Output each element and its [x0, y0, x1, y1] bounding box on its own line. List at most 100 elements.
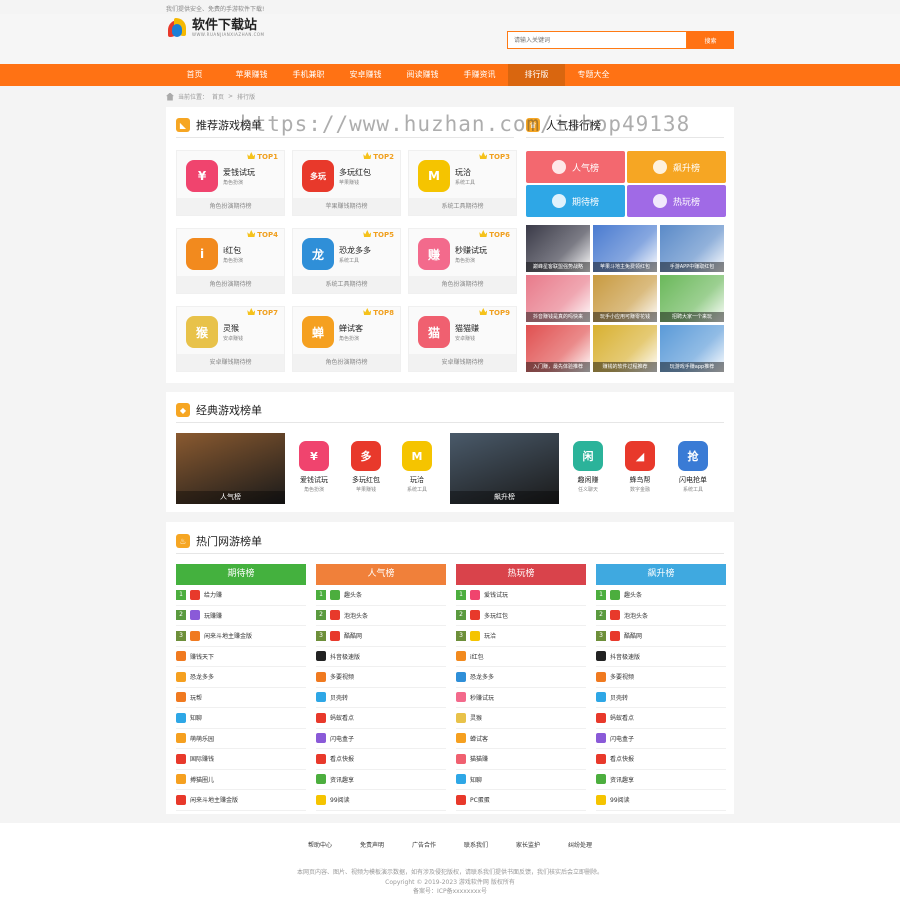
site-logo[interactable]: 软件下载站 WWW.RUANJIANXIAZHAN.COM [168, 18, 265, 38]
breadcrumb-home[interactable]: 首页 [212, 92, 224, 101]
thumbnail[interactable]: 玩手小应用可赚零花钱 [593, 275, 657, 322]
ranking-row[interactable]: 知聊 [176, 708, 306, 729]
footer-link[interactable]: 联系我们 [450, 840, 502, 849]
ranking-row[interactable]: 猫猫赚 [456, 749, 586, 770]
nav-item[interactable]: 手赚资讯 [451, 64, 508, 86]
ranking-row[interactable]: 赚钱天下 [176, 647, 306, 667]
card-footer-link[interactable]: 角色扮演期待榜 [293, 354, 400, 371]
ranking-row[interactable]: 99阅读 [596, 790, 726, 811]
game-card[interactable]: TOP2 多玩 多玩红包 苹果赚钱 苹果赚钱期待榜 [292, 150, 401, 216]
ranking-row[interactable]: 知聊 [456, 770, 586, 790]
search-button[interactable]: 搜索 [687, 31, 734, 49]
nav-item[interactable]: 阅读赚钱 [394, 64, 451, 86]
ranking-row[interactable]: 资讯趣享 [596, 770, 726, 790]
column-header[interactable]: 人气榜 [316, 564, 446, 585]
nav-item[interactable]: 首页 [166, 64, 223, 86]
game-card[interactable]: TOP7 猴灵猴 安卓赚钱 安卓赚钱期待榜 [176, 306, 285, 372]
ranking-row[interactable]: 抖音极速版 [596, 647, 726, 667]
game-card[interactable]: TOP3 M 玩洽 系统工具 系统工具期待榜 [408, 150, 517, 216]
classic-game-item[interactable]: 抢闪电抢单 系统工具 [671, 441, 715, 493]
classic-game-item[interactable]: M 玩洽 系统工具 [395, 441, 439, 493]
ranking-row[interactable]: 1 给力赚 [176, 585, 306, 606]
thumbnail[interactable]: 入门赚，最先体验推荐 [526, 325, 590, 372]
column-header[interactable]: 期待榜 [176, 564, 306, 585]
banner-image[interactable]: 飙升榜 [450, 433, 559, 504]
ranking-row[interactable]: 1 趣头条 [316, 585, 446, 606]
ranking-row[interactable]: 灵猴 [456, 708, 586, 729]
ranking-row[interactable]: 多要视频 [596, 667, 726, 688]
footer-link[interactable]: 广告合作 [398, 840, 450, 849]
ranking-row[interactable]: 玩帮 [176, 688, 306, 708]
ranking-row[interactable]: 2 泡泡头条 [596, 606, 726, 626]
card-footer-link[interactable]: 安卓赚钱期待榜 [409, 354, 516, 371]
classic-game-item[interactable]: 多多玩红包 苹果赚钱 [344, 441, 388, 493]
ranking-row[interactable]: 2 泡泡头条 [316, 606, 446, 626]
classic-game-item[interactable]: ◢ 蜂鸟帮 数字金融 [618, 441, 662, 493]
game-card[interactable]: TOP1 ¥ 爱钱试玩 角色扮演 角色扮演期待榜 [176, 150, 285, 216]
ranking-row[interactable]: 3 酷酷网 [316, 626, 446, 647]
ranking-row[interactable]: 恐龙多多 [456, 667, 586, 688]
card-footer-link[interactable]: 系统工具期待榜 [293, 276, 400, 293]
ranking-button[interactable]: 热玩榜 [627, 185, 726, 217]
ranking-row[interactable]: 2 多玩红包 [456, 606, 586, 626]
ranking-row[interactable]: 1 趣头条 [596, 585, 726, 606]
ranking-row[interactable]: 多要视频 [316, 667, 446, 688]
ranking-row[interactable]: 2 玩赚赚 [176, 606, 306, 626]
ranking-row[interactable]: 闪电盒子 [316, 729, 446, 749]
ranking-row[interactable]: 闲来斗地主赚金版 [176, 790, 306, 811]
thumbnail[interactable]: 巅峰星客联盟强势战略 [526, 225, 590, 272]
search-input[interactable] [507, 31, 687, 49]
card-footer-link[interactable]: 角色扮演期待榜 [409, 276, 516, 293]
ranking-row[interactable]: 3 闲来斗地主赚金版 [176, 626, 306, 647]
card-footer-link[interactable]: 苹果赚钱期待榜 [293, 198, 400, 215]
game-card[interactable]: TOP5 龙恐龙多多 系统工具 系统工具期待榜 [292, 228, 401, 294]
footer-link[interactable]: 免责声明 [346, 840, 398, 849]
ranking-button[interactable]: 飙升榜 [627, 151, 726, 183]
game-card[interactable]: TOP4 i i红包 角色扮演 角色扮演期待榜 [176, 228, 285, 294]
card-footer-link[interactable]: 角色扮演期待榜 [177, 198, 284, 215]
ranking-row[interactable]: 3 酷酷网 [596, 626, 726, 647]
ranking-row[interactable]: 看点快报 [316, 749, 446, 770]
ranking-row[interactable]: 3 玩洽 [456, 626, 586, 647]
ranking-row[interactable]: 恐龙多多 [176, 667, 306, 688]
ranking-button[interactable]: 期待榜 [526, 185, 625, 217]
ranking-row[interactable]: 闪电盒子 [596, 729, 726, 749]
nav-item[interactable]: 排行版 [508, 64, 565, 86]
thumbnail[interactable]: 玩游戏手赚app推荐 [660, 325, 724, 372]
ranking-row[interactable]: 抖音极速版 [316, 647, 446, 667]
column-header[interactable]: 飙升榜 [596, 564, 726, 585]
ranking-row[interactable]: 看点快报 [596, 749, 726, 770]
card-footer-link[interactable]: 角色扮演期待榜 [177, 276, 284, 293]
nav-item[interactable]: 专题大全 [565, 64, 622, 86]
ranking-row[interactable]: 国际赚钱 [176, 749, 306, 770]
thumbnail[interactable]: 招聘大家一个来玩 [660, 275, 724, 322]
card-footer-link[interactable]: 安卓赚钱期待榜 [177, 354, 284, 371]
nav-item[interactable]: 安卓赚钱 [337, 64, 394, 86]
ranking-button[interactable]: 人气榜 [526, 151, 625, 183]
nav-item[interactable]: 手机兼职 [280, 64, 337, 86]
game-card[interactable]: TOP8 蝉蝉试客 角色扮演 角色扮演期待榜 [292, 306, 401, 372]
column-header[interactable]: 热玩榜 [456, 564, 586, 585]
card-footer-link[interactable]: 系统工具期待榜 [409, 198, 516, 215]
ranking-row[interactable]: 蚂蚁看点 [596, 708, 726, 729]
ranking-row[interactable]: 99阅读 [316, 790, 446, 811]
thumbnail[interactable]: 赚钱的软件过程推荐 [593, 325, 657, 372]
footer-link[interactable]: 家长监护 [502, 840, 554, 849]
ranking-row[interactable]: PC蛋蛋 [456, 790, 586, 811]
nav-item[interactable]: 苹果赚钱 [223, 64, 280, 86]
footer-link[interactable]: 帮助中心 [294, 840, 346, 849]
ranking-row[interactable]: 搏猫圈儿 [176, 770, 306, 790]
ranking-row[interactable]: i红包 [456, 647, 586, 667]
ranking-row[interactable]: 贝壳转 [596, 688, 726, 708]
thumbnail[interactable]: 手游APP中赚取红包 [660, 225, 724, 272]
thumbnail[interactable]: 苹果斗地主免费领红包 [593, 225, 657, 272]
game-card[interactable]: TOP6 赚秒赚试玩 角色扮演 角色扮演期待榜 [408, 228, 517, 294]
ranking-row[interactable]: 1 爱钱试玩 [456, 585, 586, 606]
footer-link[interactable]: 纠纷处理 [554, 840, 606, 849]
game-card[interactable]: TOP9 猫猫猫赚 安卓赚钱 安卓赚钱期待榜 [408, 306, 517, 372]
ranking-row[interactable]: 秒赚试玩 [456, 688, 586, 708]
ranking-row[interactable]: 资讯趣享 [316, 770, 446, 790]
thumbnail[interactable]: 抖音赚钱是真的吗快来 [526, 275, 590, 322]
banner-image[interactable]: 人气榜 [176, 433, 285, 504]
classic-game-item[interactable]: ¥ 爱钱试玩 角色扮演 [292, 441, 336, 493]
